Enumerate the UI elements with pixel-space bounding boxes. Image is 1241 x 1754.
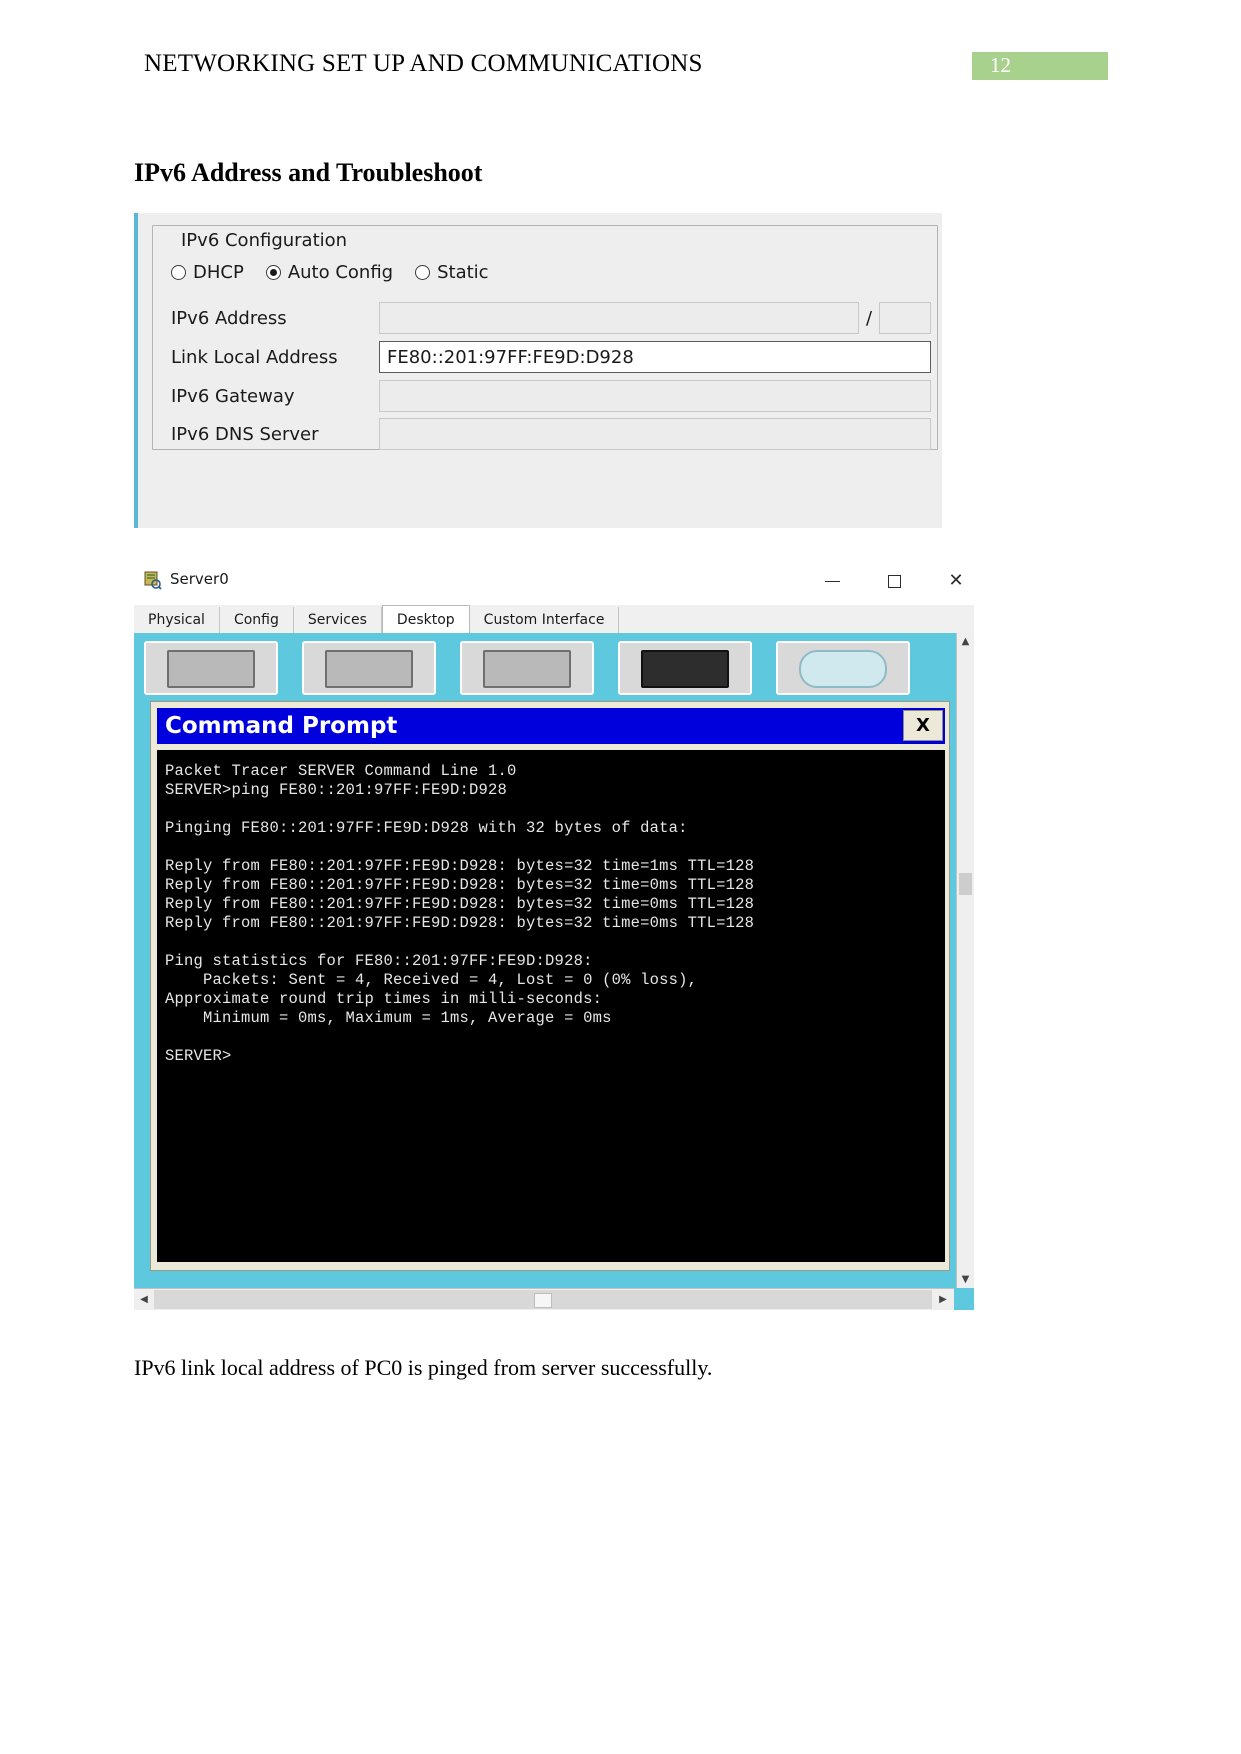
radio-auto-config-icon[interactable] [265, 265, 281, 280]
label-ipv6-address: IPv6 Address [171, 307, 287, 329]
page-title: NETWORKING SET UP AND COMMUNICATIONS [144, 50, 703, 77]
horizontal-scrollbar-thumb[interactable] [534, 1293, 552, 1308]
server-window-tabs: Physical Config Services Desktop Custom … [134, 605, 974, 634]
label-ipv6-dns-server: IPv6 DNS Server [171, 423, 319, 445]
radio-dhcp-label: DHCP [193, 262, 244, 283]
command-prompt-output[interactable]: Packet Tracer SERVER Command Line 1.0 SE… [157, 750, 945, 1262]
tab-physical[interactable]: Physical [134, 607, 220, 633]
close-icon[interactable]: ✕ [936, 568, 976, 594]
web-browser-icon[interactable] [776, 641, 910, 695]
scroll-left-icon[interactable]: ◀ [135, 1290, 153, 1309]
ipv6-configuration-group: IPv6 Configuration DHCP Auto Config Stat… [152, 225, 938, 450]
scroll-up-icon[interactable]: ▲ [957, 633, 974, 650]
terminal-line: Reply from FE80::201:97FF:FE9D:D928: byt… [165, 876, 755, 894]
field-row-link-local-address: Link Local Address FE80::201:97FF:FE9D:D… [171, 339, 931, 375]
field-row-ipv6-dns-server: IPv6 DNS Server [171, 416, 931, 452]
terminal-line: Approximate round trip times in milli-se… [165, 990, 603, 1008]
horizontal-scrollbar[interactable]: ◀ ▶ [134, 1288, 974, 1310]
scrollbar-corner [954, 1288, 974, 1310]
terminal-line: Packets: Sent = 4, Received = 4, Lost = … [165, 971, 698, 989]
terminal-prompt-line: SERVER> [165, 1047, 232, 1065]
input-ipv6-gateway[interactable] [379, 380, 931, 412]
maximize-icon[interactable] [874, 568, 914, 594]
terminal-line: Minimum = 0ms, Maximum = 1ms, Average = … [165, 1009, 612, 1027]
scroll-right-icon[interactable]: ▶ [934, 1290, 952, 1309]
radio-static-icon[interactable] [415, 265, 431, 280]
vertical-scrollbar-thumb[interactable] [959, 873, 972, 895]
terminal-line: Reply from FE80::201:97FF:FE9D:D928: byt… [165, 914, 755, 932]
section-heading: IPv6 Address and Troubleshoot [134, 158, 483, 187]
tab-custom-interface[interactable]: Custom Interface [469, 607, 620, 633]
radio-option-auto-config[interactable]: Auto Config [265, 262, 394, 283]
tab-services[interactable]: Services [293, 607, 382, 633]
dial-up-icon[interactable] [302, 641, 436, 695]
desktop-icon-row [144, 641, 954, 695]
radio-option-dhcp[interactable]: DHCP [171, 262, 244, 283]
terminal-line: Packet Tracer SERVER Command Line 1.0 [165, 762, 517, 780]
label-ipv6-gateway: IPv6 Gateway [171, 385, 295, 407]
page-number: 12 [990, 53, 1011, 77]
terminal-line: Ping statistics for FE80::201:97FF:FE9D:… [165, 952, 593, 970]
command-prompt-close-button[interactable]: X [903, 710, 943, 741]
label-link-local-address: Link Local Address [171, 346, 338, 368]
server0-window-screenshot: Server0 ✕ Physical Config Services Deskt… [134, 560, 974, 1320]
terminal-icon[interactable] [460, 641, 594, 695]
terminal-line: SERVER>ping FE80::201:97FF:FE9D:D928 [165, 781, 508, 799]
server-window-title: Server0 [170, 570, 229, 588]
field-row-ipv6-address: IPv6 Address / [171, 300, 931, 336]
radio-dhcp-icon[interactable] [171, 265, 186, 280]
minimize-icon[interactable] [812, 568, 852, 594]
packet-tracer-server-icon [144, 571, 162, 590]
command-prompt-title: Command Prompt [165, 713, 398, 739]
radio-option-static[interactable]: Static [415, 262, 489, 283]
page-number-badge: 12 [972, 52, 1108, 80]
desktop-tab-panel: Command Prompt X Packet Tracer SERVER Co… [134, 633, 974, 1288]
field-row-ipv6-gateway: IPv6 Gateway [171, 378, 931, 414]
ipv6-configuration-screenshot: IPv6 Configuration DHCP Auto Config Stat… [134, 213, 942, 528]
horizontal-scrollbar-track[interactable] [154, 1290, 932, 1309]
vertical-scrollbar[interactable]: ▲ ▼ [956, 633, 974, 1288]
input-link-local-address[interactable]: FE80::201:97FF:FE9D:D928 [379, 341, 931, 373]
scroll-down-icon[interactable]: ▼ [957, 1271, 974, 1288]
ip-configuration-icon[interactable] [144, 641, 278, 695]
radio-auto-config-label: Auto Config [287, 262, 394, 283]
terminal-line: Pinging FE80::201:97FF:FE9D:D928 with 32… [165, 819, 688, 837]
server-window-titlebar: Server0 ✕ [134, 560, 974, 602]
tab-config[interactable]: Config [219, 607, 294, 633]
command-prompt-window: Command Prompt X Packet Tracer SERVER Co… [150, 701, 950, 1271]
terminal-line: Reply from FE80::201:97FF:FE9D:D928: byt… [165, 895, 755, 913]
figure-caption: IPv6 link local address of PC0 is pinged… [134, 1355, 713, 1380]
ipv6-mode-radio-group: DHCP Auto Config Static [171, 262, 489, 283]
radio-static-label: Static [437, 262, 489, 283]
ipv6-group-title: IPv6 Configuration [175, 230, 354, 251]
input-ipv6-prefix-length[interactable] [879, 302, 931, 334]
command-prompt-icon[interactable] [618, 641, 752, 695]
command-prompt-titlebar: Command Prompt X [157, 708, 945, 744]
terminal-line: Reply from FE80::201:97FF:FE9D:D928: byt… [165, 857, 755, 875]
tab-desktop[interactable]: Desktop [381, 605, 470, 634]
prefix-separator: / [865, 307, 873, 329]
input-ipv6-address[interactable] [379, 302, 859, 334]
input-ipv6-dns-server[interactable] [379, 418, 931, 450]
